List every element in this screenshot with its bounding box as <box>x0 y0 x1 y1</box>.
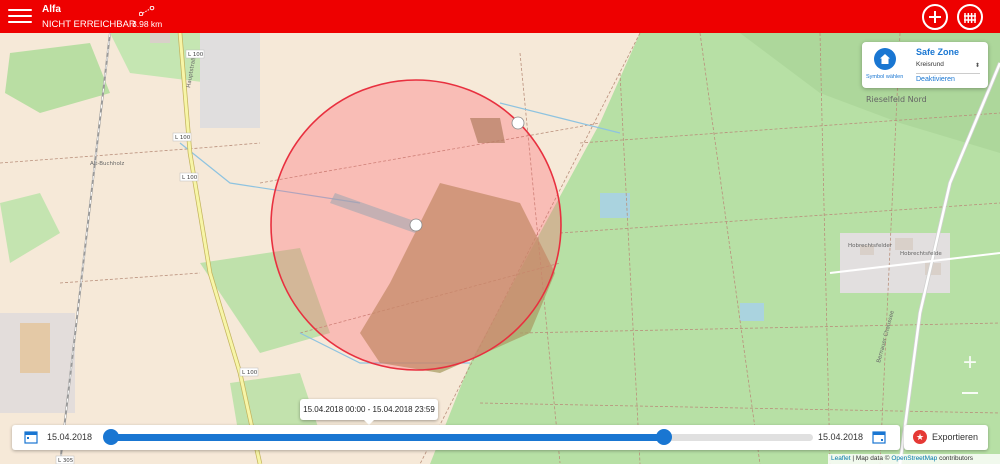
star-icon: ★ <box>913 430 927 444</box>
select-arrows-icon: ⬍ <box>974 63 980 69</box>
map-label-hobrechtsfelder: Hobrechtsfelder <box>848 243 893 249</box>
zoom-out-icon[interactable] <box>962 392 978 394</box>
map-label-hobrechtsfelde: Hobrechtsfelde <box>900 251 942 257</box>
timeline-range-fill <box>111 434 664 441</box>
device-status: NICHT ERREICHBAR <box>42 19 136 30</box>
fence-button[interactable] <box>957 4 983 30</box>
distance-value: 3.98 km <box>132 19 163 29</box>
end-calendar-icon[interactable] <box>872 430 886 444</box>
end-date[interactable]: 15.04.2018 <box>818 432 863 442</box>
shape-select-value: Kreisrund <box>916 61 944 68</box>
plus-icon <box>929 11 941 23</box>
map-data-text: | Map data © <box>852 455 890 462</box>
timeline-start-handle[interactable] <box>103 429 119 445</box>
leaflet-link[interactable]: Leaflet <box>831 455 851 462</box>
map-label-rieselfeld: Rieselfeld Nord <box>866 95 927 104</box>
road-badge-2: L 100 <box>175 135 191 141</box>
distance-icon <box>139 6 155 16</box>
map-attribution: Leaflet | Map data © OpenStreetMap contr… <box>828 454 1000 464</box>
map-label-alt-buchholz: Alt-Buchholz <box>90 161 124 167</box>
device-name: Alfa <box>42 4 61 15</box>
road-badge-4: L 100 <box>242 370 258 376</box>
time-range-tooltip: 15.04.2018 00:00 - 15.04.2018 23:59 <box>300 399 438 420</box>
choose-symbol-label[interactable]: Symbol wählen <box>866 74 903 80</box>
contributors-text: contributors <box>939 455 974 462</box>
start-date[interactable]: 15.04.2018 <box>47 432 92 442</box>
home-icon-button[interactable] <box>874 48 896 70</box>
top-bar: Alfa NICHT ERREICHBAR 3.98 km <box>0 0 1000 33</box>
road-badge-5: L 305 <box>58 458 74 464</box>
deactivate-link[interactable]: Deaktivieren <box>916 76 955 83</box>
timeline-end-handle[interactable] <box>656 429 672 445</box>
fence-icon <box>964 13 976 23</box>
start-calendar-icon[interactable] <box>24 430 38 444</box>
osm-link[interactable]: OpenStreetMap <box>891 455 937 462</box>
map-view[interactable]: Wildwiese Rieselfeld Nord Hobrechtsfelde… <box>0 33 1000 464</box>
export-label[interactable]: Exportieren <box>932 432 978 442</box>
road-badge-1: L 100 <box>188 52 204 58</box>
road-badge-3: L 100 <box>182 175 198 181</box>
home-icon <box>880 54 890 64</box>
safe-zone-title: Safe Zone <box>916 47 960 57</box>
zoom-in-icon[interactable]: + <box>958 351 982 376</box>
shape-select[interactable]: Kreisrund ⬍ <box>916 61 980 74</box>
hamburger-menu-icon[interactable] <box>8 6 32 26</box>
add-button[interactable] <box>922 4 948 30</box>
map-tiles: Wildwiese Rieselfeld Nord Hobrechtsfelde… <box>0 33 1000 464</box>
